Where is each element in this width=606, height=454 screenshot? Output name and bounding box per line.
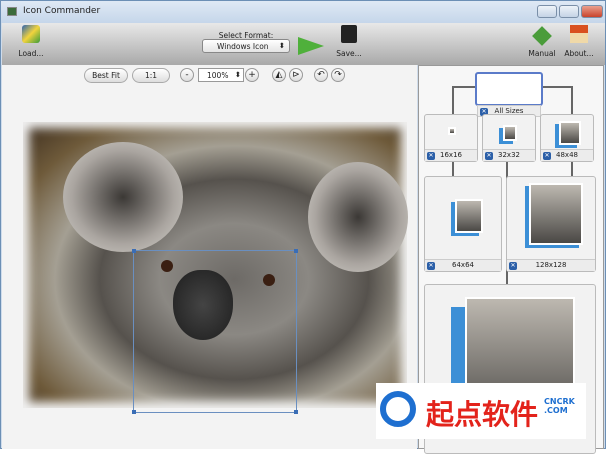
flip-vertical-icon[interactable]: ⊳ (289, 68, 303, 82)
crop-selection[interactable] (132, 249, 298, 414)
convert-arrow-icon (298, 37, 324, 55)
app-icon (7, 7, 17, 16)
editor-area: Best Fit 1:1 - 100% ⬍ + ◭ ⊳ ↶ ↷ (2, 65, 417, 449)
toolbar: Load... Select Format: Windows Icon ⬍ Sav… (2, 23, 605, 65)
checkbox-icon[interactable]: ✕ (427, 262, 435, 270)
size-label: 16x16 (440, 151, 462, 159)
best-fit-button[interactable]: Best Fit (84, 68, 128, 83)
size-label: 32x32 (498, 151, 520, 159)
about-label: About... (564, 49, 594, 58)
size-label: 64x64 (452, 261, 474, 269)
size-tile-32[interactable]: ✕ 32x32 (482, 114, 536, 162)
format-select[interactable]: Windows Icon ⬍ (202, 39, 290, 53)
checkbox-icon[interactable]: ✕ (427, 152, 435, 160)
save-icon (341, 25, 357, 43)
manual-button[interactable]: Manual (526, 26, 558, 58)
source-image[interactable] (23, 122, 408, 414)
home-icon (570, 25, 588, 43)
app-window: Icon Commander Load... Select Format: Wi… (0, 0, 606, 454)
actual-size-button[interactable]: 1:1 (132, 68, 170, 83)
size-tile-all[interactable]: ✕ All Sizes (475, 72, 543, 117)
zoom-in-button[interactable]: + (245, 68, 259, 82)
zoom-input[interactable]: 100% ⬍ (198, 68, 244, 82)
save-button[interactable]: Save... (334, 25, 364, 58)
format-value: Windows Icon (217, 42, 269, 51)
size-tile-48[interactable]: ✕ 48x48 (540, 114, 594, 162)
watermark-sub: CNCRK .COM (544, 397, 575, 415)
manual-label: Manual (528, 49, 556, 58)
size-label: 128x128 (535, 261, 567, 269)
checkbox-icon[interactable]: ✕ (509, 262, 517, 270)
size-tile-16[interactable]: ✕ 16x16 (424, 114, 478, 162)
size-tile-64[interactable]: ✕ 64x64 (424, 176, 502, 272)
load-button[interactable]: Load... (16, 25, 46, 58)
zoom-value: 100% (207, 71, 229, 80)
title-bar: Icon Commander (1, 1, 605, 23)
minimize-button[interactable] (537, 5, 557, 18)
close-button[interactable] (581, 5, 603, 18)
watermark-logo: 起点软件 CNCRK .COM (376, 383, 586, 439)
checkbox-icon[interactable]: ✕ (543, 152, 551, 160)
rotate-left-icon[interactable]: ↶ (314, 68, 328, 82)
about-button[interactable]: About... (562, 25, 596, 58)
watermark-swirl-icon (380, 391, 416, 427)
load-label: Load... (18, 49, 44, 58)
maximize-button[interactable] (559, 5, 579, 18)
size-label: 48x48 (556, 151, 578, 159)
rotate-right-icon[interactable]: ↷ (331, 68, 345, 82)
window-title: Icon Commander (23, 6, 101, 16)
watermark-text: 起点软件 (426, 398, 539, 431)
size-tile-128[interactable]: ✕ 128x128 (506, 176, 596, 272)
flip-horizontal-icon[interactable]: ◭ (272, 68, 286, 82)
save-label: Save... (336, 49, 362, 58)
checkbox-icon[interactable]: ✕ (485, 152, 493, 160)
zoom-out-button[interactable]: - (180, 68, 194, 82)
manual-book-icon (532, 26, 552, 46)
load-icon (22, 25, 40, 43)
